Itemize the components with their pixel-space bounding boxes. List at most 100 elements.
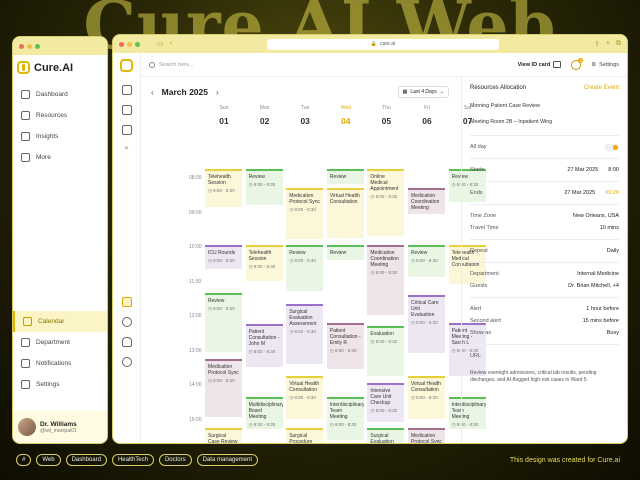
sidebar-item-insights[interactable]: Insights — [13, 126, 107, 147]
calendar-event[interactable]: Surgical Procedure Assessment◷ 8:00 - 8:… — [286, 427, 324, 443]
calendar-event[interactable]: Review ◷ 8:00 - 8:30 — [245, 169, 283, 205]
footer-tag[interactable]: # — [16, 454, 32, 466]
starts-time[interactable]: 8:00 — [608, 167, 619, 173]
url-bar[interactable]: 🔒 cure.ai — [267, 38, 499, 50]
range-select[interactable]: ▦ Last 4 Days ⌄ — [397, 86, 449, 98]
day-header-thu[interactable]: Thu 05 — [367, 105, 405, 126]
calendar-event[interactable]: Medication Coordination Meeting ◷ 8:00 - … — [367, 244, 405, 316]
calendar-event[interactable]: Intensive Care Unit Checkup ◷ 8:00 - 8:30 — [367, 382, 405, 423]
logo-icon[interactable] — [120, 59, 133, 72]
notifications-button[interactable]: 3 — [571, 57, 584, 70]
back-icon[interactable]: ‹ — [170, 40, 172, 48]
share-icon[interactable]: ⇪ — [594, 40, 600, 48]
create-event-button[interactable]: Create Event — [584, 85, 619, 91]
guests-row[interactable]: Guests Dr. Brian Mitchell, +4 — [470, 280, 619, 292]
event-description[interactable]: Review overnight admissions, critical la… — [470, 370, 619, 383]
url-row[interactable]: URL — [470, 350, 619, 362]
event-title[interactable]: Morning Patient Case Review — [470, 103, 619, 109]
folder-icon[interactable] — [121, 105, 132, 115]
calendar-event[interactable]: Review ◷ 8:00 - 8:30 — [286, 244, 324, 292]
tabs-icon[interactable]: ⧉ — [616, 40, 621, 48]
starts-date[interactable]: 27 Mar 2025 — [567, 167, 598, 173]
calendar-event[interactable]: Medication Protocol Sync◷ 8:00 - 8:30 — [205, 358, 242, 418]
people-icon[interactable] — [121, 317, 132, 327]
sidebar-item-more[interactable]: More — [13, 147, 107, 168]
sidebar-toggle-icon[interactable]: ▭ — [157, 40, 164, 48]
minimize-dot[interactable] — [27, 43, 32, 49]
search-input[interactable]: Search here... — [149, 61, 194, 68]
footer-tag[interactable]: Data management — [196, 454, 259, 466]
calendar-event[interactable]: Patient Consultation - Emily R ◷ 8:00 - 8… — [326, 322, 364, 369]
new-tab-icon[interactable]: + — [606, 40, 610, 48]
calendar-event[interactable]: Virtual Health Consultation ◷ 8:00 - 8:30 — [408, 376, 445, 419]
ends-date[interactable]: 27 Mar 2025 — [564, 190, 595, 196]
calendar-event[interactable]: Critical Care Unit Evaluation ◷ 8:00 - 8:… — [408, 294, 445, 354]
calendar-icon[interactable] — [121, 297, 132, 307]
day-header-sun[interactable]: Sun 01 — [205, 105, 243, 126]
calendar-event[interactable]: Medication Protocol Sync◷ 8:00 - 8:30 — [408, 427, 445, 443]
sidebar-item-calendar[interactable]: Calendar — [13, 311, 107, 332]
sparkle-icon[interactable]: ✧ — [122, 145, 132, 155]
calendar-event[interactable]: Telehealth Session ◷ 8:00 - 8:30 — [245, 244, 283, 281]
footer-tag[interactable]: Web — [36, 454, 61, 466]
calendar-event[interactable]: Multidisciplinary Board Meeting ◷ 8:00 - … — [245, 396, 283, 430]
calendar-event[interactable]: Patient Consultation - John M ◷ 8:00 - 8:… — [245, 324, 283, 368]
department-row[interactable]: Department Internal Medicine — [470, 268, 619, 280]
next-month-button[interactable]: › — [216, 88, 219, 97]
show-as-row[interactable]: Show as Busy — [470, 327, 619, 339]
calendar-event[interactable]: Surgical Evaluation Review◷ 8:00 - 8:30 — [367, 427, 405, 443]
gear-icon[interactable] — [121, 357, 132, 367]
minimize-dot[interactable] — [127, 41, 132, 47]
calendar-event[interactable]: Review — [326, 244, 364, 261]
calendar-event[interactable]: Surgical Evaluation Assessment ◷ 8:00 - 8… — [286, 303, 324, 364]
calendar-event[interactable]: Telehealth Session ◷ 8:00 - 8:30 — [205, 169, 242, 207]
sidebar-item-notifications[interactable]: Notifications — [13, 353, 107, 374]
close-dot[interactable] — [119, 41, 124, 47]
settings-button[interactable]: ⚙ Settings — [591, 62, 619, 68]
view-id-card-button[interactable]: View ID card — [518, 61, 562, 68]
footer-tag[interactable]: Doctors — [158, 454, 192, 466]
calendar-event[interactable]: Interdisciplinary Team Meeting ◷ 8:00 - 8… — [326, 396, 364, 440]
sidebar-item-settings[interactable]: Settings — [13, 374, 107, 395]
calendar-event[interactable]: Review — [326, 169, 364, 185]
day-header-mon[interactable]: Mon 02 — [246, 105, 284, 126]
grid-icon[interactable] — [121, 85, 132, 95]
day-header-fri[interactable]: Fri 06 — [408, 105, 446, 126]
chart-icon[interactable] — [121, 125, 132, 135]
calendar-event[interactable]: Virtual Health Consultation — [326, 187, 364, 238]
day-header-wed[interactable]: Wed 04 — [327, 105, 365, 126]
sidebar-item-resources[interactable]: Resources — [13, 105, 107, 126]
calendar-event[interactable]: Online Medical Appointment ◷ 8:00 - 8:30 — [367, 169, 405, 236]
footer-tag[interactable]: Dashboard — [65, 454, 107, 466]
calendar-event[interactable]: Evaluation ◷ 8:00 - 8:30 — [367, 325, 405, 376]
starts-row[interactable]: Starts 27 Mar 2025 8:00 — [470, 164, 619, 176]
app-logo[interactable]: Cure.AI — [13, 55, 107, 84]
event-location[interactable]: Meeting Room 2B – Inpatient Wing — [470, 119, 619, 125]
user-profile[interactable]: Dr. Williams @wil_manipal01 — [13, 411, 107, 443]
travel-row[interactable]: Travel Time 10 mins — [470, 222, 619, 234]
ends-row[interactable]: Ends 27 Mar 2025 09:20 — [470, 187, 619, 199]
second-alert-row[interactable]: Second alert 15 mins before — [470, 315, 619, 327]
sidebar-item-department[interactable]: Department — [13, 332, 107, 353]
calendar-event[interactable]: Surgical Case Review◷ 8:00 - 8:30 — [205, 427, 242, 443]
ends-time[interactable]: 09:20 — [605, 190, 619, 196]
close-dot[interactable] — [19, 43, 24, 49]
calendar-event[interactable]: Medication Protocol Sync◷ 8:00 - 8:30 — [286, 187, 324, 240]
footer-tag[interactable]: HealthTech — [111, 454, 154, 466]
calendar-event[interactable]: Medication Coordination Meeting — [408, 187, 445, 214]
allday-toggle[interactable] — [605, 143, 619, 151]
repeat-row[interactable]: Repeat Daily — [470, 245, 619, 257]
calendar-event[interactable]: ICU Rounds ◷ 8:00 - 8:30 — [205, 244, 242, 269]
alert-row[interactable]: Alert 1 hour before — [470, 303, 619, 315]
sidebar-item-dashboard[interactable]: Dashboard — [13, 84, 107, 105]
maximize-dot[interactable] — [135, 41, 140, 47]
calendar-event[interactable]: Review ◷ 8:00 - 8:30 — [205, 293, 242, 352]
maximize-dot[interactable] — [35, 43, 40, 49]
day-header-tue[interactable]: Tue 03 — [286, 105, 324, 126]
allday-row[interactable]: All day — [470, 141, 619, 153]
timezone-row[interactable]: Time Zone New Orleans, USA — [470, 210, 619, 222]
calendar-event[interactable]: Review ◷ 8:00 - 8:30 — [408, 244, 445, 278]
prev-month-button[interactable]: ‹ — [151, 88, 154, 97]
calendar-event[interactable]: Virtual Health Consultation ◷ 8:00 - 8:30 — [286, 376, 324, 419]
bell-icon[interactable] — [121, 337, 132, 347]
